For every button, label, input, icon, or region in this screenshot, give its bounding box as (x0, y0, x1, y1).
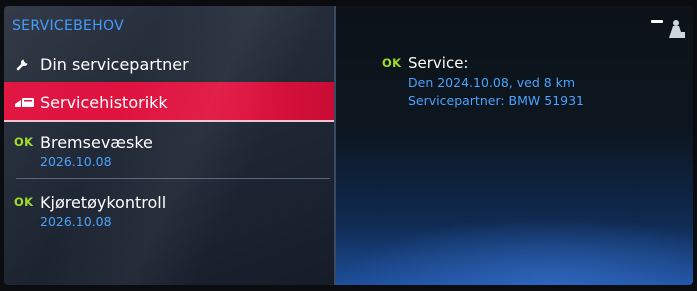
due-date: 2026.10.08 (40, 154, 112, 169)
ok-status-badge: OK (382, 56, 402, 70)
service-menu-panel: SERVICEBEHOV Din servicepartner Serviceh… (4, 6, 336, 285)
idrive-screen: SERVICEBEHOV Din servicepartner Serviceh… (4, 6, 693, 285)
service-title: Service: (408, 54, 469, 72)
menu-item-label: Servicehistorikk (40, 92, 168, 112)
ok-status-badge: OK (14, 135, 34, 149)
service-detail: OK Service: Den 2024.10.08, ved 8 km Ser… (382, 54, 584, 108)
service-partner: Servicepartner: BMW 51931 (408, 93, 585, 108)
service-book-icon (14, 95, 40, 109)
seat-profile-icon[interactable] (643, 18, 687, 42)
ok-status-badge: OK (14, 195, 34, 209)
wrench-icon (14, 55, 40, 73)
menu-item-bremsevaeske[interactable]: OK Bremsevæske 2026.10.08 (4, 126, 334, 182)
service-detail-panel: OK Service: Den 2024.10.08, ved 8 km Ser… (336, 6, 693, 285)
service-date-mileage: Den 2024.10.08, ved 8 km (408, 75, 576, 90)
due-date: 2026.10.08 (40, 214, 112, 229)
divider (16, 178, 330, 179)
menu-item-label: Bremsevæske (40, 132, 153, 152)
menu-item-label: Kjøretøykontroll (40, 192, 167, 212)
menu-item-servicehistorikk[interactable]: Servicehistorikk (4, 82, 334, 122)
menu-item-label: Din servicepartner (40, 54, 189, 74)
section-title: SERVICEBEHOV (12, 18, 124, 34)
menu-item-kjoretoykontroll[interactable]: OK Kjøretøykontroll 2026.10.08 (4, 186, 334, 242)
menu-item-servicepartner[interactable]: Din servicepartner (4, 48, 334, 82)
